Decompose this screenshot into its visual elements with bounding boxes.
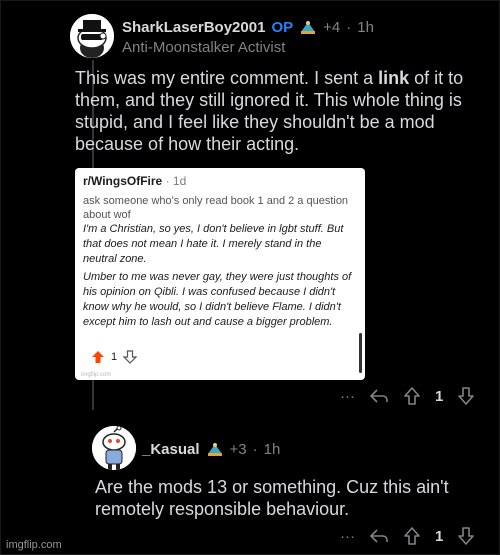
avatar[interactable] (70, 14, 114, 58)
timestamp: 1h (263, 440, 281, 458)
embed-header: r/WingsOfFire · 1d (83, 174, 186, 188)
upvote-icon[interactable] (403, 386, 421, 406)
embed-watermark: imgflip.com (81, 372, 112, 378)
op-badge: OP (271, 18, 294, 36)
embedded-screenshot[interactable]: r/WingsOfFire · 1d ask someone who's onl… (75, 168, 365, 380)
embed-vote: 1 (91, 350, 138, 364)
award-icon[interactable] (206, 440, 224, 458)
comment-link[interactable]: link (378, 68, 409, 88)
reply-icon[interactable] (369, 527, 389, 545)
comment-body: This was my entire comment. I sent a lin… (75, 67, 475, 155)
award-icon[interactable] (299, 18, 317, 36)
user-flair: Anti-Moonstalker Activist (122, 39, 286, 56)
embed-vote-count: 1 (111, 351, 118, 363)
snoo-avatar-icon (92, 426, 136, 470)
more-options-icon[interactable]: ··· (340, 388, 355, 405)
downvote-icon (123, 350, 138, 364)
embed-paragraph-1: I'm a Christian, so yes, I don't believe… (83, 223, 344, 265)
embed-question: ask someone who's only read book 1 and 2… (83, 195, 349, 221)
comment-header: _Kasual +3 · 1h (142, 440, 280, 458)
upvote-icon[interactable] (403, 526, 421, 546)
comment-header: SharkLaserBoy2001 OP +4 · 1h (122, 18, 374, 36)
snoo-avatar-icon (70, 14, 114, 58)
embed-paragraph-2: Umber to me was never gay, they were jus… (83, 271, 352, 328)
separator: · (252, 440, 258, 458)
embed-subreddit: r/WingsOfFire (83, 174, 163, 188)
avatar[interactable] (92, 426, 136, 470)
username[interactable]: SharkLaserBoy2001 (122, 19, 265, 36)
award-count: +4 (323, 18, 341, 36)
comment-actions: ··· 1 (340, 526, 475, 546)
downvote-icon[interactable] (457, 386, 475, 406)
username[interactable]: _Kasual (142, 441, 200, 458)
reply-icon[interactable] (369, 387, 389, 405)
imgflip-watermark: imgflip.com (6, 539, 62, 551)
separator: · (346, 18, 352, 36)
embed-separator: · (165, 174, 170, 188)
downvote-icon[interactable] (457, 526, 475, 546)
comment-body: Are the mods 13 or something. Cuz this a… (95, 477, 449, 519)
more-options-icon[interactable]: ··· (340, 528, 355, 545)
comment-body-start: This was my entire comment. I sent a (75, 68, 379, 88)
timestamp: 1h (357, 18, 374, 36)
upvote-filled-icon (92, 351, 104, 363)
comment-actions: ··· 1 (340, 386, 475, 406)
embed-time: 1d (172, 174, 187, 188)
embed-scrollbar (359, 333, 362, 373)
vote-count: 1 (435, 387, 444, 405)
vote-count: 1 (435, 527, 444, 545)
award-count: +3 (229, 440, 247, 458)
